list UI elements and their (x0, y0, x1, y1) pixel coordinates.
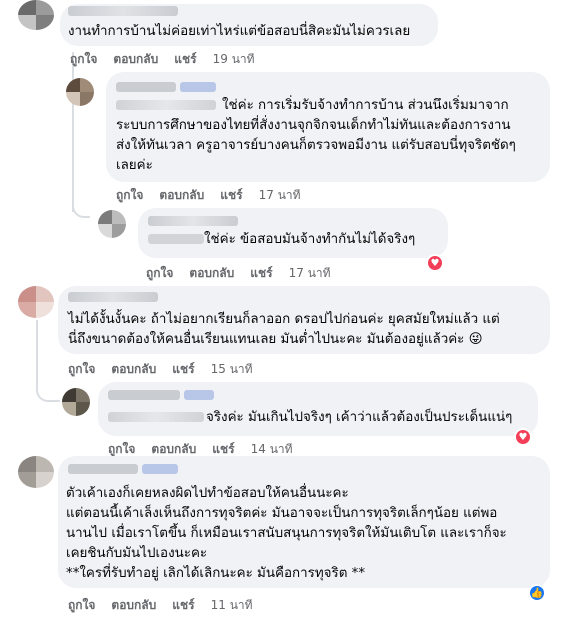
heart-icon[interactable]: ♥ (514, 428, 532, 446)
like-link[interactable]: ถูกใจ (68, 360, 95, 379)
blurred-name (142, 464, 178, 474)
comment-text: ใช่ค่ะ ข้อสอบมันจ้างทำกันไม่ได้จริงๆ (204, 232, 416, 247)
share-link[interactable]: แชร์ (172, 596, 194, 615)
avatar[interactable] (62, 388, 90, 416)
reply-link[interactable]: ตอบกลับ (189, 264, 234, 283)
like-link[interactable]: ถูกใจ (68, 596, 95, 615)
comment-bubble: ใช่ค่ะ การเริ่มรับจ้างทำการบ้าน ส่วนนึงเ… (106, 72, 550, 182)
comment-actions: ถูกใจ ตอบกลับ แชร์ 19 นาที (70, 50, 255, 69)
reply-link[interactable]: ตอบกลับ (111, 360, 156, 379)
avatar[interactable] (18, 456, 54, 488)
comment-actions: ถูกใจ ตอบกลับ แชร์ 11 นาที (68, 596, 253, 615)
comment-text-line: นี่ถึงขนาดต้องให้คนอื่นเรียนแทนเลย มันต่… (68, 332, 483, 347)
comment-text-line: ระบบการศึกษาของไทยที่สั่งงานจุกจิกจนเด็ก… (116, 118, 511, 133)
avatar[interactable] (98, 210, 126, 238)
share-link[interactable]: แชร์ (174, 50, 196, 69)
comment-text-line: ส่งให้ทันเวลา ครูอาจารย์บางคนก็ตรวจพอมีง… (116, 138, 516, 153)
comment-actions: ถูกใจ ตอบกลับ แชร์ 17 นาที (116, 186, 301, 205)
avatar[interactable] (18, 286, 54, 318)
timestamp[interactable]: 19 นาที (213, 50, 255, 69)
comment-text-line: นานไป เมื่อเราโตขึ้น ก็เหมือนเราสนับสนุน… (66, 526, 507, 541)
heart-icon[interactable]: ♥ (426, 254, 444, 272)
comment-text-line: เคยชินกับมันไปเองนะคะ (66, 546, 208, 561)
share-link[interactable]: แชร์ (250, 264, 272, 283)
blurred-name (108, 412, 204, 422)
comment-bubble: ใช่ค่ะ ข้อสอบมันจ้างทำกันไม่ได้จริงๆ (138, 208, 448, 258)
blurred-name (68, 292, 158, 302)
thread-curve (72, 180, 90, 218)
timestamp[interactable]: 15 นาที (211, 360, 253, 379)
blurred-name (148, 216, 238, 226)
blurred-name (184, 390, 214, 400)
timestamp[interactable]: 17 นาที (289, 264, 331, 283)
comment-text-line: **ใครที่รับทำอยู่ เลิกได้เลิกนะคะ มันคือ… (66, 566, 366, 581)
share-link[interactable]: แชร์ (220, 186, 242, 205)
timestamp[interactable]: 17 นาที (259, 186, 301, 205)
thread-curve (36, 358, 60, 402)
blurred-name (180, 82, 216, 92)
comment-text-line: เลยค่ะ (116, 158, 153, 173)
like-link[interactable]: ถูกใจ (116, 186, 143, 205)
like-link[interactable]: ถูกใจ (146, 264, 173, 283)
comment-text-line: แต่ตอนนี้เค้าเล็งเห็นถึงการทุจริตค่ะ มัน… (66, 506, 498, 521)
comment-actions: ถูกใจ ตอบกลับ แชร์ 17 นาที (146, 264, 331, 283)
timestamp[interactable]: 11 นาที (211, 596, 253, 615)
comment-bubble: ไม่ได้งั้นงั้นคะ ถ้าไม่อยากเรียนก็ลาออก … (58, 286, 550, 354)
blurred-name (116, 100, 216, 110)
comment-actions: ถูกใจ ตอบกลับ แชร์ 15 นาที (68, 360, 253, 379)
blurred-name (68, 6, 178, 16)
like-link[interactable]: ถูกใจ (70, 50, 97, 69)
blurred-name (148, 234, 204, 244)
reply-link[interactable]: ตอบกลับ (113, 50, 158, 69)
comment-bubble: จริงค่ะ มันเกินไปจริงๆ เค้าว่าแล้วต้องเป… (98, 382, 538, 436)
blurred-name (116, 82, 176, 92)
avatar[interactable] (66, 78, 94, 106)
comment-text-line: ไม่ได้งั้นงั้นคะ ถ้าไม่อยากเรียนก็ลาออก … (68, 312, 500, 327)
comment-bubble: ตัวเค้าเองก็เคยหลงผิดไปทำข้อสอบให้คนอื่น… (58, 456, 550, 588)
comment-bubble: งานทำการบ้านไม่ค่อยเท่าไหร่แต่ข้อสอบนี่ส… (60, 4, 438, 46)
share-link[interactable]: แชร์ (172, 360, 194, 379)
blurred-name (108, 390, 180, 400)
comment-text: งานทำการบ้านไม่ค่อยเท่าไหร่แต่ข้อสอบนี่ส… (68, 24, 411, 39)
reply-link[interactable]: ตอบกลับ (111, 596, 156, 615)
comment-text-line: ใช่ค่ะ การเริ่มรับจ้างทำการบ้าน ส่วนนึงเ… (222, 98, 509, 113)
like-icon[interactable]: 👍 (528, 584, 546, 602)
reply-link[interactable]: ตอบกลับ (159, 186, 204, 205)
avatar[interactable] (18, 0, 54, 30)
comment-text: จริงค่ะ มันเกินไปจริงๆ เค้าว่าแล้วต้องเป… (206, 410, 513, 425)
blurred-name (68, 464, 138, 474)
comment-text-line: ตัวเค้าเองก็เคยหลงผิดไปทำข้อสอบให้คนอื่น… (66, 486, 349, 501)
